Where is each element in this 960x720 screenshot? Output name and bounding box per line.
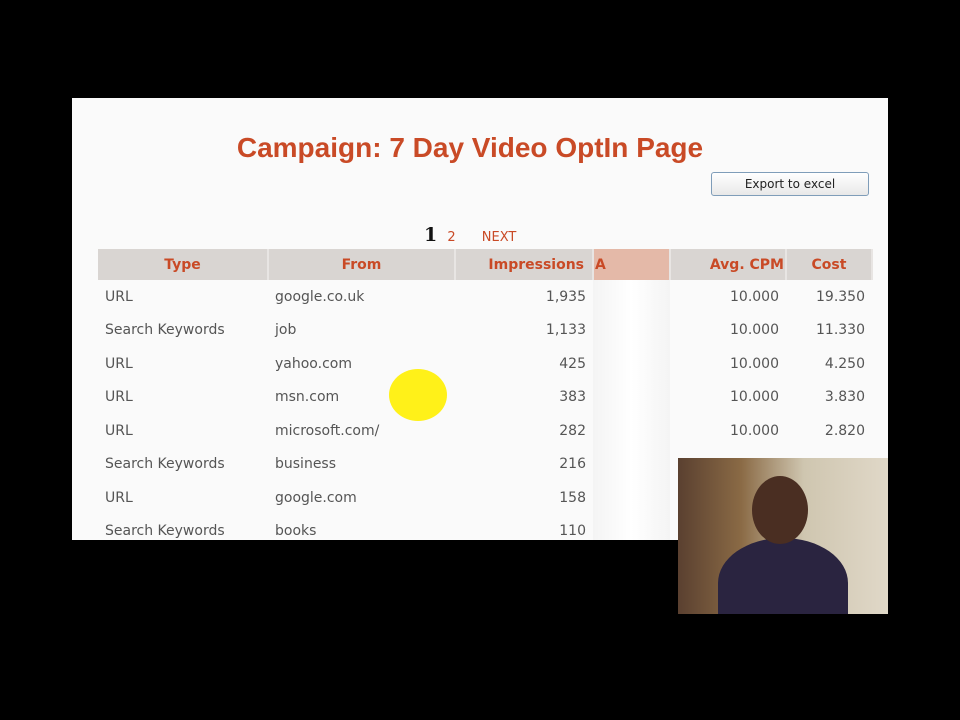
webcam-overlay xyxy=(678,458,888,614)
table-row: URL yahoo.com 425 10.000 4.250 xyxy=(98,347,872,381)
cell-type: URL xyxy=(105,489,133,506)
export-to-excel-button[interactable]: Export to excel xyxy=(711,172,869,196)
cell-impressions: 383 xyxy=(559,389,586,406)
next-page-link[interactable]: NEXT xyxy=(482,230,517,245)
pagination: 1 2 NEXT xyxy=(424,224,516,246)
cell-avg-cpm: 10.000 xyxy=(730,322,779,339)
page-current: 1 xyxy=(424,224,438,246)
col-blurred[interactable]: A xyxy=(593,249,671,280)
webcam-person-body xyxy=(718,538,848,614)
table-row: URL google.co.uk 1,935 10.000 19.350 xyxy=(98,280,872,314)
cell-cost: 4.250 xyxy=(824,355,865,372)
cell-avg-cpm: 10.000 xyxy=(730,422,779,439)
table-row: URL microsoft.com/282 10.000 2.820 xyxy=(98,414,872,448)
cell-blurred xyxy=(593,380,670,414)
cell-avg-cpm: 10.000 xyxy=(730,288,779,305)
cell-impressions: 110 xyxy=(559,523,586,540)
cell-impressions: 216 xyxy=(559,456,586,473)
col-impressions[interactable]: Impressions xyxy=(455,249,594,280)
table-row: URL msn.com 383 10.000 3.830 xyxy=(98,380,872,414)
cursor-highlight xyxy=(389,369,447,421)
webcam-person-head xyxy=(752,476,808,544)
cell-type: Search Keywords xyxy=(105,523,225,540)
cell-cost: 19.350 xyxy=(816,288,865,305)
cell-type: URL xyxy=(105,389,133,406)
cell-avg-cpm: 10.000 xyxy=(730,355,779,372)
col-cost[interactable]: Cost xyxy=(786,249,873,280)
cell-type: Search Keywords xyxy=(105,456,225,473)
cell-impressions: 1,133 xyxy=(545,322,586,339)
cell-avg-cpm: 10.000 xyxy=(730,389,779,406)
cell-blurred xyxy=(593,313,670,347)
cell-impressions: 158 xyxy=(559,489,586,506)
cell-from: job xyxy=(275,322,297,339)
cell-impressions: 1,935 xyxy=(545,288,586,305)
cell-cost: 2.820 xyxy=(824,422,865,439)
page-title: Campaign: 7 Day Video OptIn Page xyxy=(236,132,704,163)
cell-blurred xyxy=(593,447,670,481)
page-link-2[interactable]: 2 xyxy=(447,230,455,245)
cell-type: URL xyxy=(105,355,133,372)
cell-impressions: 425 xyxy=(559,355,586,372)
cell-blurred xyxy=(593,481,670,515)
col-avg-cpm[interactable]: Avg. CPM xyxy=(670,249,787,280)
cell-type: URL xyxy=(105,288,133,305)
cell-from: google.com xyxy=(275,489,357,506)
cell-cost: 11.330 xyxy=(816,322,865,339)
cell-from: books xyxy=(275,523,317,540)
cell-cost: 3.830 xyxy=(824,389,865,406)
cell-from: google.co.uk xyxy=(275,288,365,305)
cell-type: URL xyxy=(105,422,133,439)
col-from[interactable]: From xyxy=(268,249,456,280)
cell-type: Search Keywords xyxy=(105,322,225,339)
cell-blurred xyxy=(593,514,670,540)
cell-from: business xyxy=(275,456,337,473)
cell-blurred xyxy=(593,347,670,381)
table-row: Search Keywords job 1,133 10.000 11.330 xyxy=(98,313,872,347)
cell-blurred xyxy=(593,280,670,314)
cell-blurred xyxy=(593,414,670,448)
col-type[interactable]: Type xyxy=(98,249,269,280)
cell-impressions: 282 xyxy=(559,422,586,439)
